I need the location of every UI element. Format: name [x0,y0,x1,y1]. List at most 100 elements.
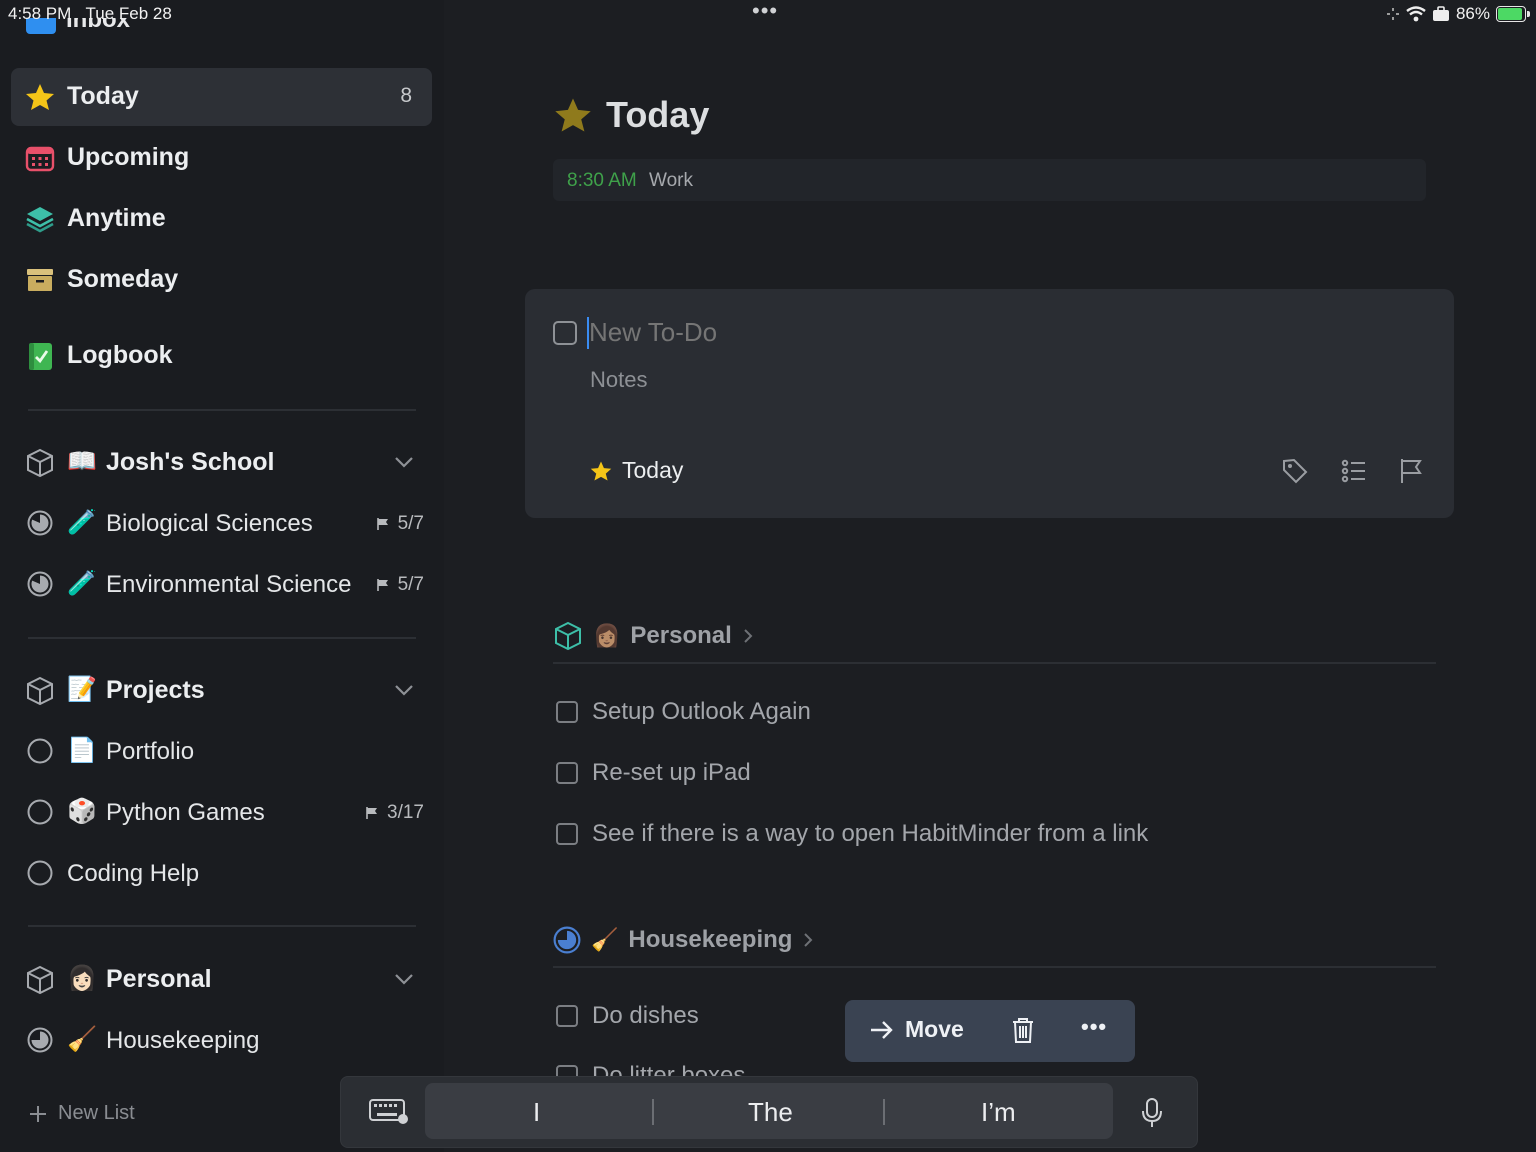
area-emoji: 📝 [67,676,97,703]
project-progress-icon [27,1027,53,1053]
sidebar-divider [28,409,416,411]
activity-spinner-icon [1386,8,1399,20]
calendar-icon [25,146,55,172]
project-progress-icon [553,926,581,954]
project-python-games[interactable]: 🎲 Python Games 3/17 [11,785,432,841]
logbook-check-icon [29,343,52,370]
more-options-icon[interactable]: ••• [1081,1014,1107,1040]
area-joshs-school[interactable]: 📖 Josh's School [11,435,432,491]
flag-icon [376,579,388,591]
sidebar-divider [28,637,416,639]
section-header[interactable]: 🧹 Housekeeping [553,920,814,960]
suggestion-separator [883,1099,885,1125]
arrow-right-icon [871,1020,893,1039]
todo-notes-field[interactable]: Notes [590,367,647,393]
project-emoji: 🧪 [67,570,97,597]
when-label: Today [622,457,684,483]
section-emoji: 👩🏽 [593,623,621,648]
multitasking-dots-icon[interactable]: ••• [752,0,778,24]
tag-icon[interactable] [1281,457,1309,485]
sidebar-item-upcoming[interactable]: Upcoming [11,129,432,187]
todo-checkbox[interactable] [553,321,577,345]
deadline-progress: 5/7 [376,574,424,596]
area-projects[interactable]: 📝 Projects [11,663,432,719]
move-button[interactable]: Move [869,1016,964,1043]
project-coding-help[interactable]: Coding Help [11,846,432,902]
star-icon [555,98,591,132]
event-time: 8:30 AM [567,170,637,191]
area-cube-icon [27,448,53,478]
sidebar-item-today[interactable]: Today 8 [11,68,432,126]
section-title: Housekeeping [628,926,793,953]
predictive-text-bar: I The I’m [425,1083,1113,1139]
project-portfolio[interactable]: 📄 Portfolio [11,724,432,780]
todo-checkbox[interactable] [556,1005,578,1027]
section-title: Personal [630,622,732,649]
project-progress-icon [27,860,53,886]
area-personal[interactable]: 👩🏻 Personal [11,952,432,1008]
area-label: Josh's School [106,448,275,476]
suggestion-item[interactable]: I’m [981,1097,1016,1128]
todo-title: Do dishes [592,1002,699,1029]
clock-date: Tue Feb 28 [85,4,172,23]
star-icon [590,460,612,481]
suggestion-item[interactable]: The [748,1097,793,1128]
project-biological-sciences[interactable]: 🧪 Biological Sciences 5/7 [11,496,432,552]
page-title-text: Today [606,94,710,135]
chevron-down-icon[interactable] [394,683,414,697]
sidebar: Inbox Today 8 Upcoming Anytime Someday L… [0,0,444,1152]
trash-icon[interactable] [1010,1016,1036,1044]
new-todo-editor: Notes Today [525,289,1454,518]
keyboard-icon[interactable] [369,1099,409,1125]
todo-checkbox[interactable] [556,762,578,784]
deadline-flag-icon[interactable] [1398,457,1426,485]
project-emoji: 📄 [67,737,97,764]
project-emoji: 🧹 [67,1026,97,1053]
todo-item[interactable]: Do dishes [556,996,699,1036]
archive-box-icon [27,269,53,291]
todo-item[interactable]: See if there is a way to open HabitMinde… [556,814,1148,854]
area-cube-icon [27,676,53,706]
todo-checkbox[interactable] [556,701,578,723]
status-bar: 4:58 PM Tue Feb 28 ••• 86% [0,0,1536,30]
chevron-down-icon[interactable] [394,455,414,469]
text-cursor [587,317,589,349]
section-divider [553,966,1436,968]
project-label: Biological Sciences [106,510,313,537]
progress-count: 3/17 [387,802,424,823]
when-button[interactable]: Today [590,457,683,484]
briefcase-icon [1432,6,1449,21]
calendar-event[interactable]: 8:30 AM Work [553,159,1426,201]
todo-title-input[interactable] [589,317,1189,348]
section-emoji: 🧹 [591,927,619,952]
project-label: Housekeeping [106,1027,260,1054]
todo-item[interactable]: Re-set up iPad [556,753,751,793]
project-progress-icon [27,571,53,597]
todo-checkbox[interactable] [556,823,578,845]
checklist-icon[interactable] [1340,457,1368,485]
microphone-icon[interactable] [1141,1097,1163,1129]
project-housekeeping[interactable]: 🧹 Housekeeping [11,1013,432,1069]
flag-icon [366,807,378,819]
section-divider [553,662,1436,664]
sidebar-divider [28,925,416,927]
project-progress-icon [27,799,53,825]
section-header[interactable]: 👩🏽 Personal [553,616,754,656]
project-emoji: 🎲 [67,798,97,825]
sidebar-item-logbook[interactable]: Logbook [11,327,432,385]
sidebar-item-anytime[interactable]: Anytime [11,190,432,248]
new-list-button[interactable]: New List [28,1102,135,1125]
project-environmental-science[interactable]: 🧪 Environmental Science 5/7 [11,557,432,613]
project-label: Environmental Science [106,571,352,598]
project-progress-icon [27,738,53,764]
new-list-label: New List [58,1102,135,1124]
chevron-down-icon[interactable] [394,972,414,986]
plus-icon [30,1105,46,1122]
sidebar-item-label: Anytime [67,204,166,232]
main-content: Today 8:30 AM Work Notes Today 👩🏽 Person… [444,0,1536,1152]
project-label: Coding Help [67,860,200,887]
sidebar-item-someday[interactable]: Someday [11,251,432,309]
status-time: 4:58 PM Tue Feb 28 [8,4,172,24]
suggestion-item[interactable]: I [533,1097,540,1128]
todo-item[interactable]: Setup Outlook Again [556,692,811,732]
